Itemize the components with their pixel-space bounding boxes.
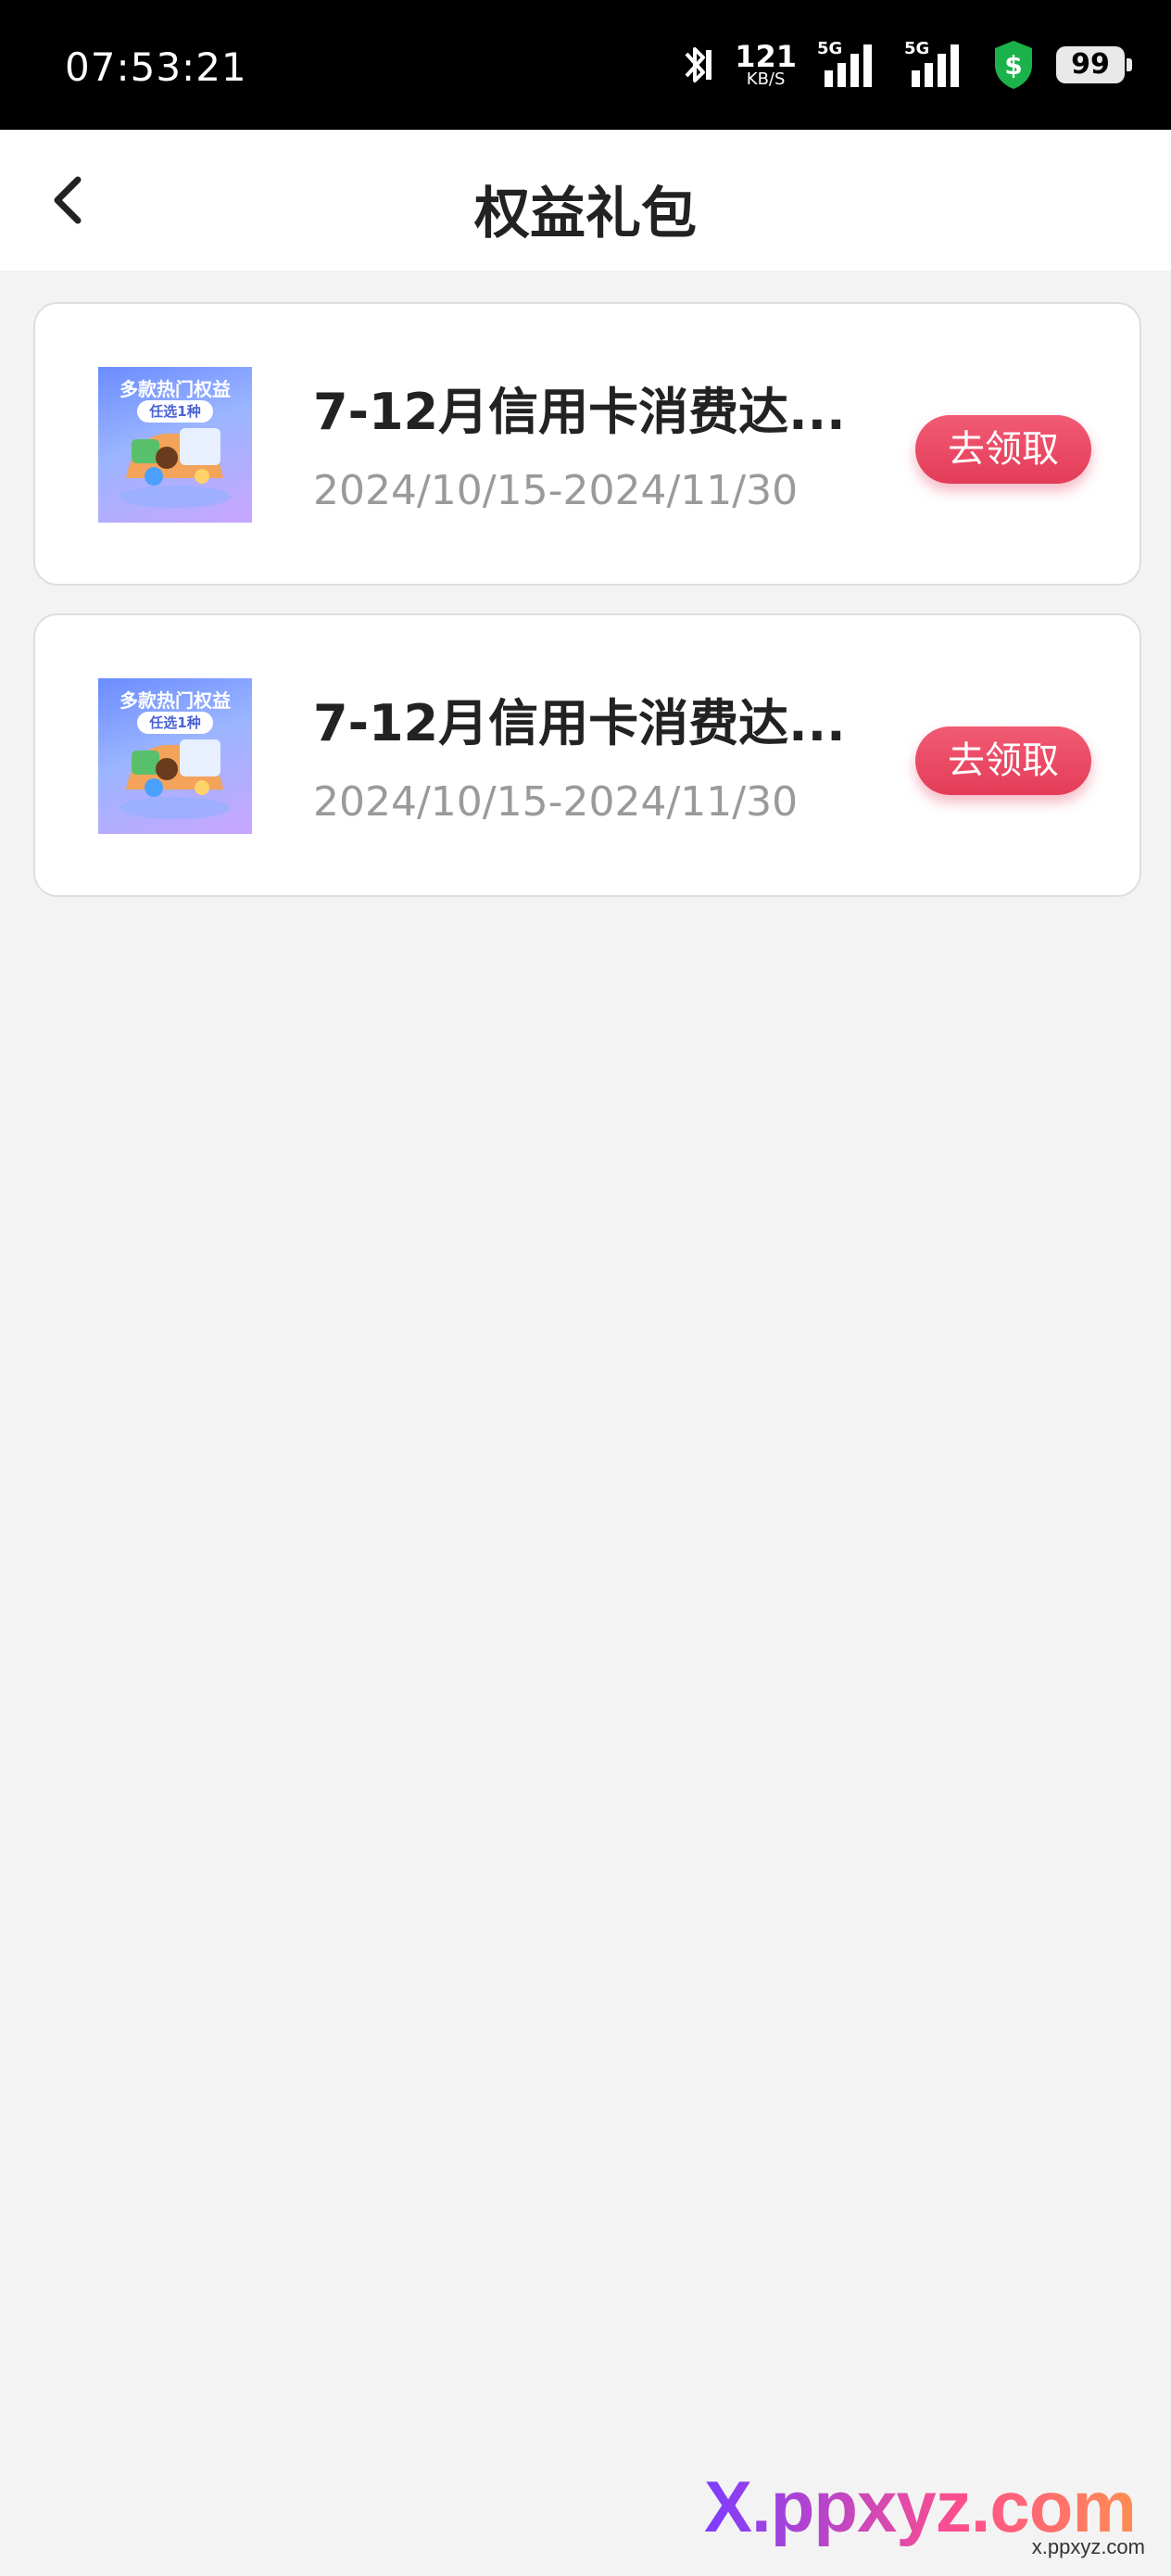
package-title: 7-12月信用卡消费达...	[313, 383, 846, 441]
network-speed-value: 121	[735, 39, 797, 74]
package-card: 多款热门权益 任选1种 7-12月信用卡消费达... 2024/10/15-20…	[33, 613, 1141, 897]
package-thumbnail: 多款热门权益 任选1种	[98, 367, 252, 523]
svg-text:$: $	[1004, 50, 1022, 81]
status-icons: 121 KB/S 5G 5G $ 99	[677, 37, 1132, 93]
security-shield-icon: $	[995, 41, 1032, 89]
bluetooth-icon	[685, 47, 712, 82]
battery-indicator: 99	[1056, 46, 1132, 83]
status-time: 07:53:21	[65, 44, 247, 90]
package-date-range: 2024/10/15-2024/11/30	[313, 778, 799, 826]
page-title: 权益礼包	[474, 182, 697, 246]
gift-illustration	[120, 739, 231, 819]
watermark-url: x.ppxyz.com	[1031, 2535, 1145, 2558]
nav-bar: 权益礼包	[0, 130, 1171, 271]
gift-illustration	[120, 428, 231, 508]
signal-2: 5G	[904, 39, 971, 91]
network-speed: 121 KB/S	[735, 42, 797, 88]
claim-button[interactable]: 去领取	[915, 726, 1091, 795]
package-thumbnail: 多款热门权益 任选1种	[98, 678, 252, 834]
network-speed-unit: KB/S	[746, 69, 786, 89]
signal-1: 5G	[817, 39, 884, 91]
package-card: 多款热门权益 任选1种 7-12月信用卡消费达... 2024/10/15-20…	[33, 302, 1141, 586]
claim-button[interactable]: 去领取	[915, 415, 1091, 484]
package-title: 7-12月信用卡消费达...	[313, 694, 846, 752]
signal-1-label: 5G	[817, 39, 843, 58]
package-date-range: 2024/10/15-2024/11/30	[313, 467, 799, 514]
signal-2-label: 5G	[904, 39, 930, 58]
watermark: X.ppxyz.com x.ppxyz.com	[704, 2465, 1149, 2558]
status-bar: 07:53:21 121 KB/S 5G 5G $ 99	[0, 0, 1171, 130]
